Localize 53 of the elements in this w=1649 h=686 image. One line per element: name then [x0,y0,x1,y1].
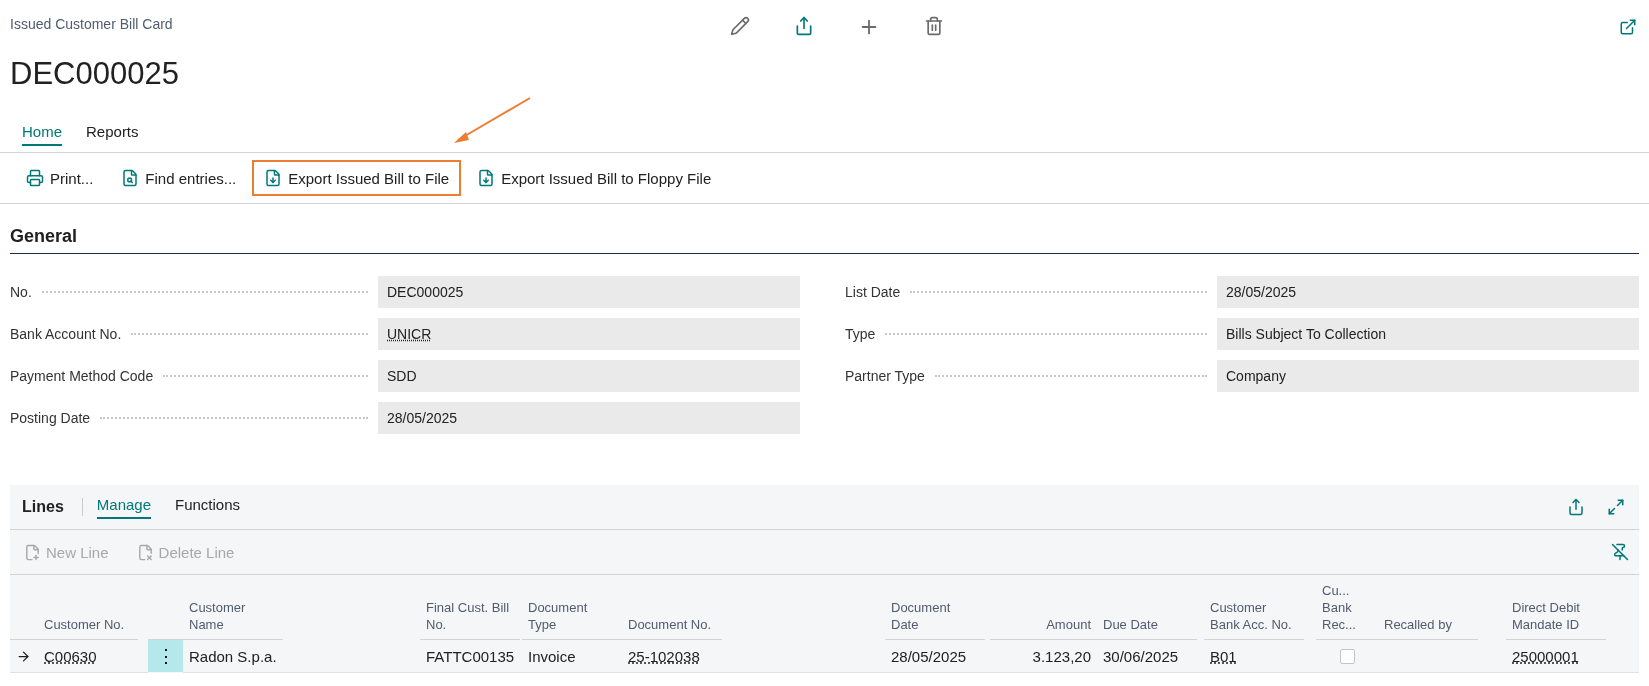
row-menu-button[interactable]: ⋮ [148,640,183,672]
field-label: Partner Type [845,368,925,384]
unpin-icon[interactable] [1609,541,1631,563]
printer-icon [26,169,44,187]
column-header[interactable]: Document Type [522,575,622,640]
column-header[interactable]: Cu... Bank Rec... [1316,575,1378,640]
document-arrow-icon [477,169,496,187]
table-cell: 3.123,20 [990,640,1097,673]
new-line-icon [24,543,41,561]
field-label: Type [845,326,876,342]
search-icon [121,169,140,187]
table-cell: Radon S.p.a. [183,640,420,673]
field-label: Bank Account No. [10,326,122,342]
input-field[interactable]: SDD [378,360,800,392]
column-header[interactable]: Final Cust. Bill No. [420,575,520,640]
table-cell: FATTC00135 [420,640,522,673]
column-header[interactable]: Recalled by [1378,575,1478,640]
column-header[interactable]: Amount [990,575,1097,640]
delete-line-icon [136,543,154,561]
page-caption: Issued Customer Bill Card [10,16,173,34]
table-cell[interactable]: 25000001 [1506,640,1639,673]
table-cell[interactable]: 25-102038 [622,640,885,673]
input-field[interactable]: Company [1217,360,1639,392]
section-title: General [10,226,1639,254]
table-cell: 28/05/2025 [885,640,990,673]
column-header[interactable]: Document Date [885,575,985,640]
tab[interactable]: Functions [175,495,241,519]
field-label: List Date [845,284,901,300]
input-field[interactable]: DEC000025 [378,276,800,308]
field-label: No. [10,284,32,300]
record-title: DEC000025 [10,56,180,92]
column-header[interactable]: Direct Debit Mandate ID [1506,575,1606,640]
column-header[interactable]: Document No. [622,575,722,640]
tab[interactable]: Home [22,122,62,146]
input-field[interactable]: 28/05/2025 [378,402,800,434]
field-label: Payment Method Code [10,368,154,384]
column-header[interactable]: Customer No. [38,575,138,640]
action-button[interactable]: Export Issued Bill to File [252,160,462,196]
table-cell: Invoice [522,640,622,673]
tab[interactable]: Reports [86,122,139,146]
input-field[interactable]: UNICR [378,318,800,350]
document-arrow-icon [264,169,283,187]
column-header[interactable]: Due Date [1097,575,1197,640]
input-field[interactable]: 28/05/2025 [1217,276,1639,308]
checkbox[interactable] [1339,648,1355,664]
column-header[interactable]: Customer Bank Acc. No. [1204,575,1304,640]
section-title: Lines [22,498,83,516]
input-field[interactable]: Bills Subject To Collection [1217,318,1639,350]
column-header[interactable]: Customer Name [183,575,283,640]
table-cell: 30/06/2025 [1097,640,1204,673]
tab[interactable]: Manage [96,495,151,519]
table-cell[interactable]: B01 [1204,640,1316,673]
field-label: Posting Date [10,410,91,426]
